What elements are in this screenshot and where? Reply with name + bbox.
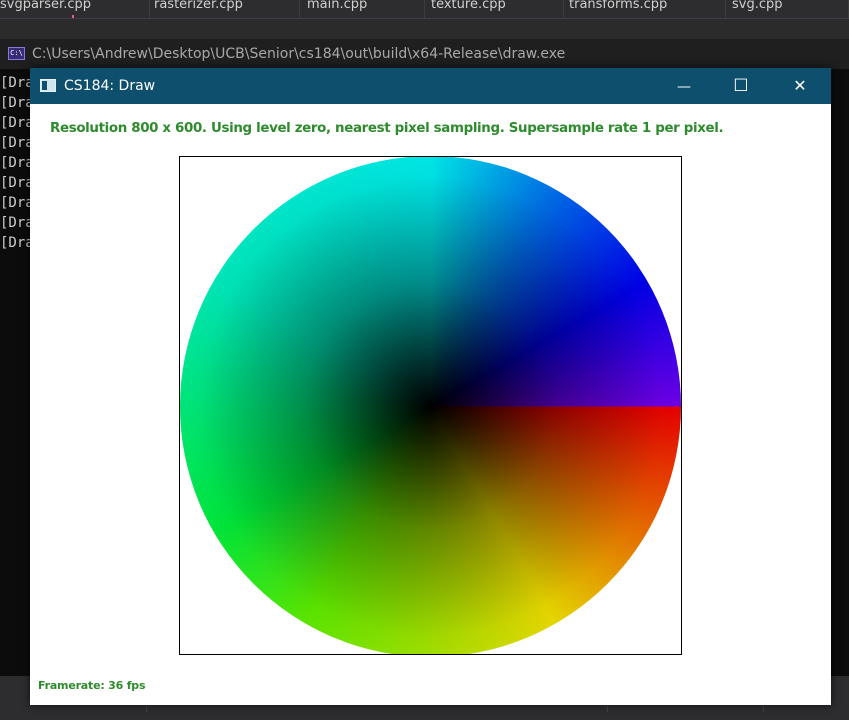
close-button[interactable]: ✕ <box>771 68 829 104</box>
maximize-button[interactable]: ☐ <box>712 68 770 104</box>
color-wheel-image <box>180 157 681 654</box>
tab-label: main.cpp <box>307 0 368 12</box>
draw-window-titlebar[interactable]: CS184: Draw — ☐ ✕ <box>30 68 831 104</box>
editor-tab-strip: svgparser.cpp rasterizer.cpp main.cpp te… <box>0 0 849 18</box>
svg-canvas-frame[interactable] <box>179 156 682 655</box>
tab-svg[interactable]: svg.cpp <box>726 0 849 18</box>
draw-window: CS184: Draw — ☐ ✕ Resolution 800 x 600. … <box>30 68 831 705</box>
tab-label: transforms.cpp <box>569 0 668 12</box>
console-line: [Dra <box>0 75 34 91</box>
console-line: [Dra <box>0 155 34 171</box>
console-app-icon: C:\ <box>8 47 25 60</box>
console-line: [Dra <box>0 95 34 111</box>
console-line: [Dra <box>0 195 34 211</box>
tab-label: svg.cpp <box>732 0 783 12</box>
tab-main[interactable]: main.cpp <box>300 0 425 18</box>
editor-toolbar-gap <box>0 19 849 39</box>
console-line: [Dra <box>0 115 34 131</box>
console-title: C:\Users\Andrew\Desktop\UCB\Senior\cs184… <box>32 46 566 62</box>
console-line: [Dra <box>0 135 34 151</box>
tab-label: texture.cpp <box>431 0 506 12</box>
minimize-icon: — <box>677 79 691 95</box>
window-title: CS184: Draw <box>64 78 156 94</box>
tab-rasterizer[interactable]: rasterizer.cpp <box>150 0 300 18</box>
maximize-icon: ☐ <box>733 76 749 96</box>
tab-svgparser[interactable]: svgparser.cpp <box>0 0 150 18</box>
console-output-lines: [Dra [Dra [Dra [Dra [Dra [Dra [Dra [Dra … <box>0 73 34 253</box>
render-status-text: Resolution 800 x 600. Using level zero, … <box>50 121 724 136</box>
console-line: [Dra <box>0 175 34 191</box>
tab-label: svgparser.cpp <box>0 0 91 12</box>
console-line: [Dra <box>0 215 34 231</box>
close-icon: ✕ <box>793 76 807 95</box>
framerate-text: Framerate: 36 fps <box>38 679 146 692</box>
tab-texture[interactable]: texture.cpp <box>425 0 564 18</box>
console-line: [Dra <box>0 235 34 251</box>
tab-label: rasterizer.cpp <box>154 0 243 12</box>
minimize-button[interactable]: — <box>655 68 713 104</box>
tab-transforms[interactable]: transforms.cpp <box>564 0 726 18</box>
app-window-icon <box>40 79 56 92</box>
